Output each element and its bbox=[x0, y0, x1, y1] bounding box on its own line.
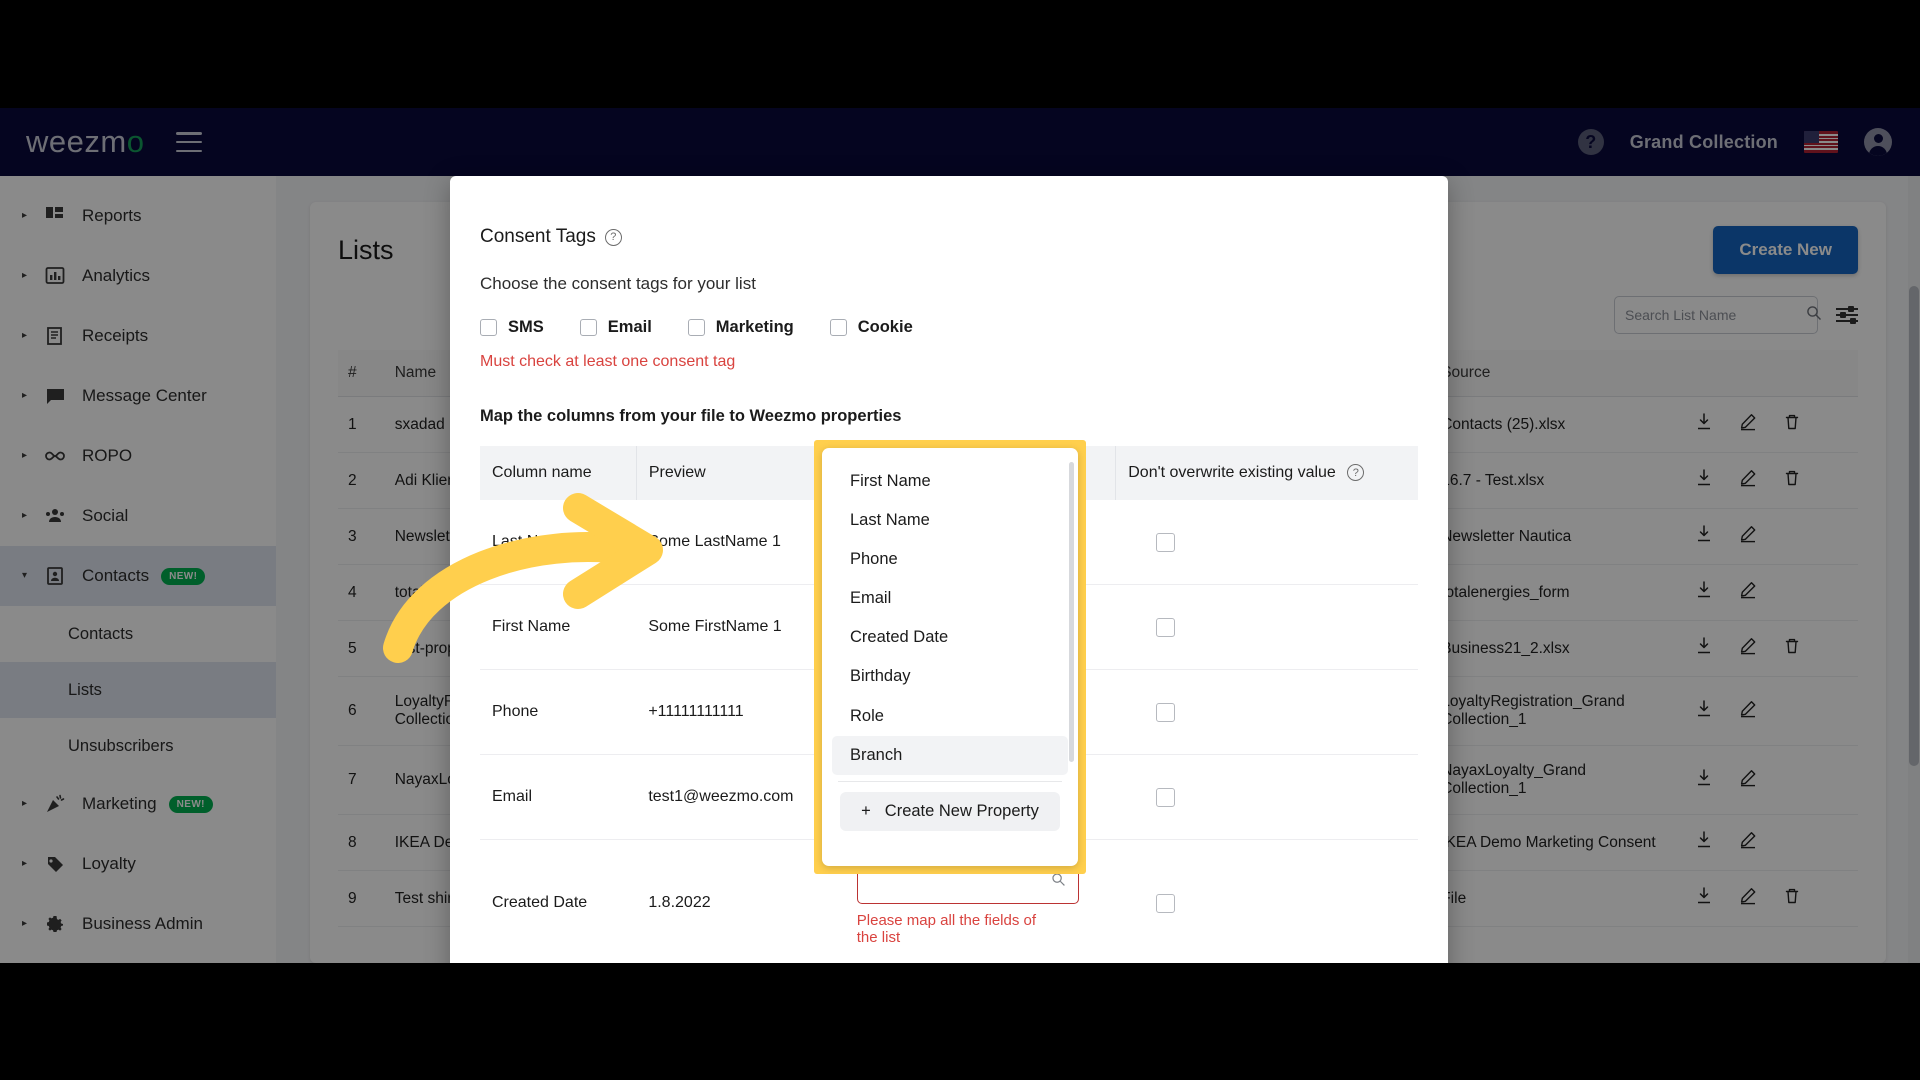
question-mark-icon[interactable]: ? bbox=[1347, 464, 1365, 482]
property-dropdown-menu: First Name Last Name Phone Email Created Dat… bbox=[822, 448, 1078, 866]
create-new-property-label: Create New Property bbox=[884, 801, 1039, 820]
map-column-name: First Name bbox=[480, 584, 637, 670]
checkbox-box[interactable] bbox=[829, 319, 847, 336]
map-overwrite-cell bbox=[1115, 669, 1418, 755]
annotation-highlight-box: First Name Last Name Phone Email Created Dat… bbox=[814, 440, 1086, 874]
map-error-message: Please map all the fields of the list bbox=[856, 912, 1037, 946]
consent-error-message: Must check at least one consent tag bbox=[480, 353, 736, 370]
checkbox-box[interactable] bbox=[687, 319, 705, 336]
map-col-header-overwrite: Don't overwrite existing value ? bbox=[1115, 446, 1418, 500]
consent-label: SMS bbox=[508, 318, 544, 336]
dropdown-option-branch[interactable]: Branch bbox=[832, 735, 1068, 775]
consent-label: Cookie bbox=[857, 318, 913, 336]
consent-label: Email bbox=[607, 318, 652, 336]
dropdown-scrollbar[interactable] bbox=[1069, 462, 1074, 762]
dropdown-option-phone[interactable]: Phone bbox=[832, 540, 1068, 579]
dropdown-option-email[interactable]: Email bbox=[832, 579, 1068, 618]
dropdown-option-last-name[interactable]: Last Name bbox=[832, 501, 1068, 540]
consent-tags-subtitle: Choose the consent tags for your list bbox=[480, 274, 756, 293]
consent-tags-label: Consent Tags bbox=[480, 226, 596, 247]
checkbox-box[interactable] bbox=[579, 319, 597, 336]
map-column-name: Created Date bbox=[480, 839, 637, 963]
dropdown-option-birthday[interactable]: Birthday bbox=[832, 657, 1068, 696]
consent-checkbox-email[interactable]: Email bbox=[579, 318, 652, 337]
create-new-property-button[interactable]: + Create New Property bbox=[840, 791, 1060, 831]
consent-tags-group: SMS Email Marketing Cookie bbox=[480, 318, 1418, 337]
map-col-header-column-name: Column name bbox=[480, 446, 637, 500]
dropdown-option-first-name[interactable]: First Name bbox=[832, 462, 1068, 501]
dropdown-option-created-date[interactable]: Created Date bbox=[832, 618, 1068, 657]
consent-label: Marketing bbox=[715, 318, 794, 336]
overwrite-checkbox-2[interactable] bbox=[1155, 617, 1175, 637]
map-overwrite-cell bbox=[1115, 500, 1418, 585]
overwrite-checkbox-4[interactable] bbox=[1155, 787, 1175, 807]
plus-icon: + bbox=[861, 801, 871, 820]
map-overwrite-cell bbox=[1115, 839, 1418, 963]
map-instruction-text: Map the columns from your file to Weezmo… bbox=[480, 407, 902, 425]
app-root: weezm o ? Grand Collection ▸ Reports ▸ A… bbox=[0, 108, 1920, 963]
map-column-name: Email bbox=[480, 754, 637, 840]
overwrite-checkbox-1[interactable] bbox=[1155, 532, 1175, 552]
map-column-name: Phone bbox=[480, 669, 637, 755]
dropdown-separator bbox=[838, 780, 1062, 782]
checkbox-box[interactable] bbox=[480, 319, 497, 336]
consent-checkbox-cookie[interactable]: Cookie bbox=[829, 318, 913, 337]
magnifier-icon[interactable] bbox=[1051, 872, 1066, 892]
overwrite-checkbox-3[interactable] bbox=[1155, 702, 1175, 722]
map-overwrite-cell bbox=[1115, 754, 1418, 840]
question-mark-icon[interactable]: ? bbox=[604, 228, 622, 246]
overwrite-label: Don't overwrite existing value bbox=[1128, 464, 1336, 481]
consent-checkbox-marketing[interactable]: Marketing bbox=[687, 318, 794, 337]
consent-checkbox-sms[interactable]: SMS bbox=[480, 318, 544, 337]
dropdown-option-role[interactable]: Role bbox=[832, 697, 1068, 736]
map-overwrite-cell bbox=[1115, 584, 1418, 670]
consent-tags-title: Consent Tags ? bbox=[480, 226, 1418, 248]
overwrite-checkbox-5[interactable] bbox=[1155, 893, 1175, 913]
map-column-name: Last Name bbox=[480, 500, 637, 585]
